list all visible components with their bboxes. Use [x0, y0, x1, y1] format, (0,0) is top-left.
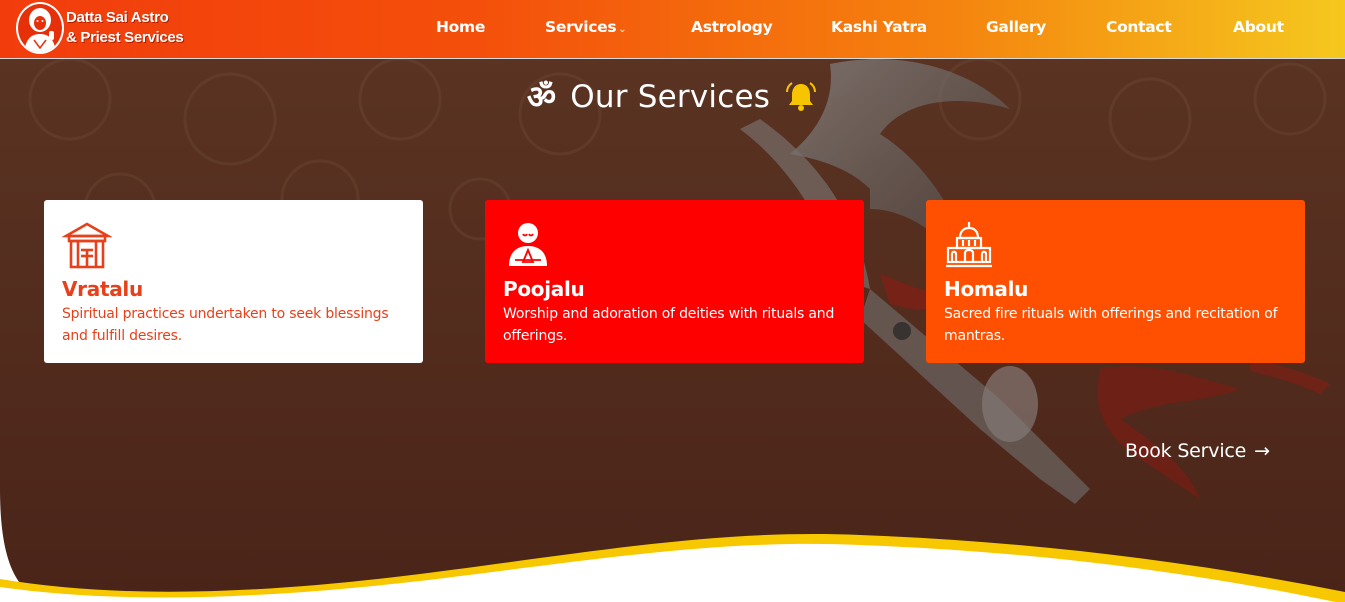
service-name: Vratalu: [62, 277, 143, 301]
service-name: Homalu: [944, 277, 1029, 301]
section-title-text: Our Services: [570, 78, 771, 115]
bell-icon: [786, 81, 817, 111]
brand[interactable]: Datta Sai Astro & Priest Services: [16, 2, 184, 54]
service-description: Spiritual practices undertaken to seek b…: [62, 306, 389, 344]
brand-line-1: Datta Sai Astro: [66, 9, 169, 26]
service-description: Worship and adoration of deities with ri…: [503, 306, 835, 344]
service-name: Poojalu: [503, 277, 585, 301]
service-card-homalu[interactable]: Homalu Sacred fire rituals with offering…: [926, 200, 1305, 363]
saint-portrait-icon: [16, 2, 64, 54]
nav-about[interactable]: About: [1233, 18, 1284, 36]
chevron-down-icon: ⌄: [618, 24, 627, 35]
praying-person-icon: [509, 223, 547, 266]
nav-astrology[interactable]: Astrology: [691, 18, 773, 36]
brand-name: Datta Sai Astro & Priest Services: [66, 8, 184, 48]
arrow-right-icon: →: [1254, 440, 1270, 462]
service-card-poojalu[interactable]: Poojalu Worship and adoration of deities…: [485, 200, 864, 363]
service-description: Sacred fire rituals with offerings and r…: [944, 306, 1278, 344]
nav-home[interactable]: Home: [436, 18, 485, 36]
nav-kashi-yatra[interactable]: Kashi Yatra: [831, 18, 927, 36]
book-service-label: Book Service: [1125, 440, 1247, 462]
navbar: Datta Sai Astro & Priest Services Home S…: [0, 0, 1345, 59]
nav-services-label: Services: [545, 18, 617, 36]
nav-services[interactable]: Services ⌄: [545, 18, 627, 36]
service-card-vratalu[interactable]: Vratalu Spiritual practices undertaken t…: [44, 200, 423, 363]
om-symbol: ॐ: [526, 78, 557, 116]
nav-gallery[interactable]: Gallery: [986, 18, 1046, 36]
brand-line-2: & Priest Services: [66, 29, 184, 46]
temple-icon: [946, 222, 992, 268]
services-section: ॐ Our Services Vratalu Spiritual practic…: [0, 59, 1345, 602]
book-service-button[interactable]: Book Service →: [1125, 440, 1270, 462]
section-title: ॐ Our Services: [0, 75, 1345, 118]
shrine-icon: [61, 222, 113, 269]
nav-contact[interactable]: Contact: [1106, 18, 1172, 36]
